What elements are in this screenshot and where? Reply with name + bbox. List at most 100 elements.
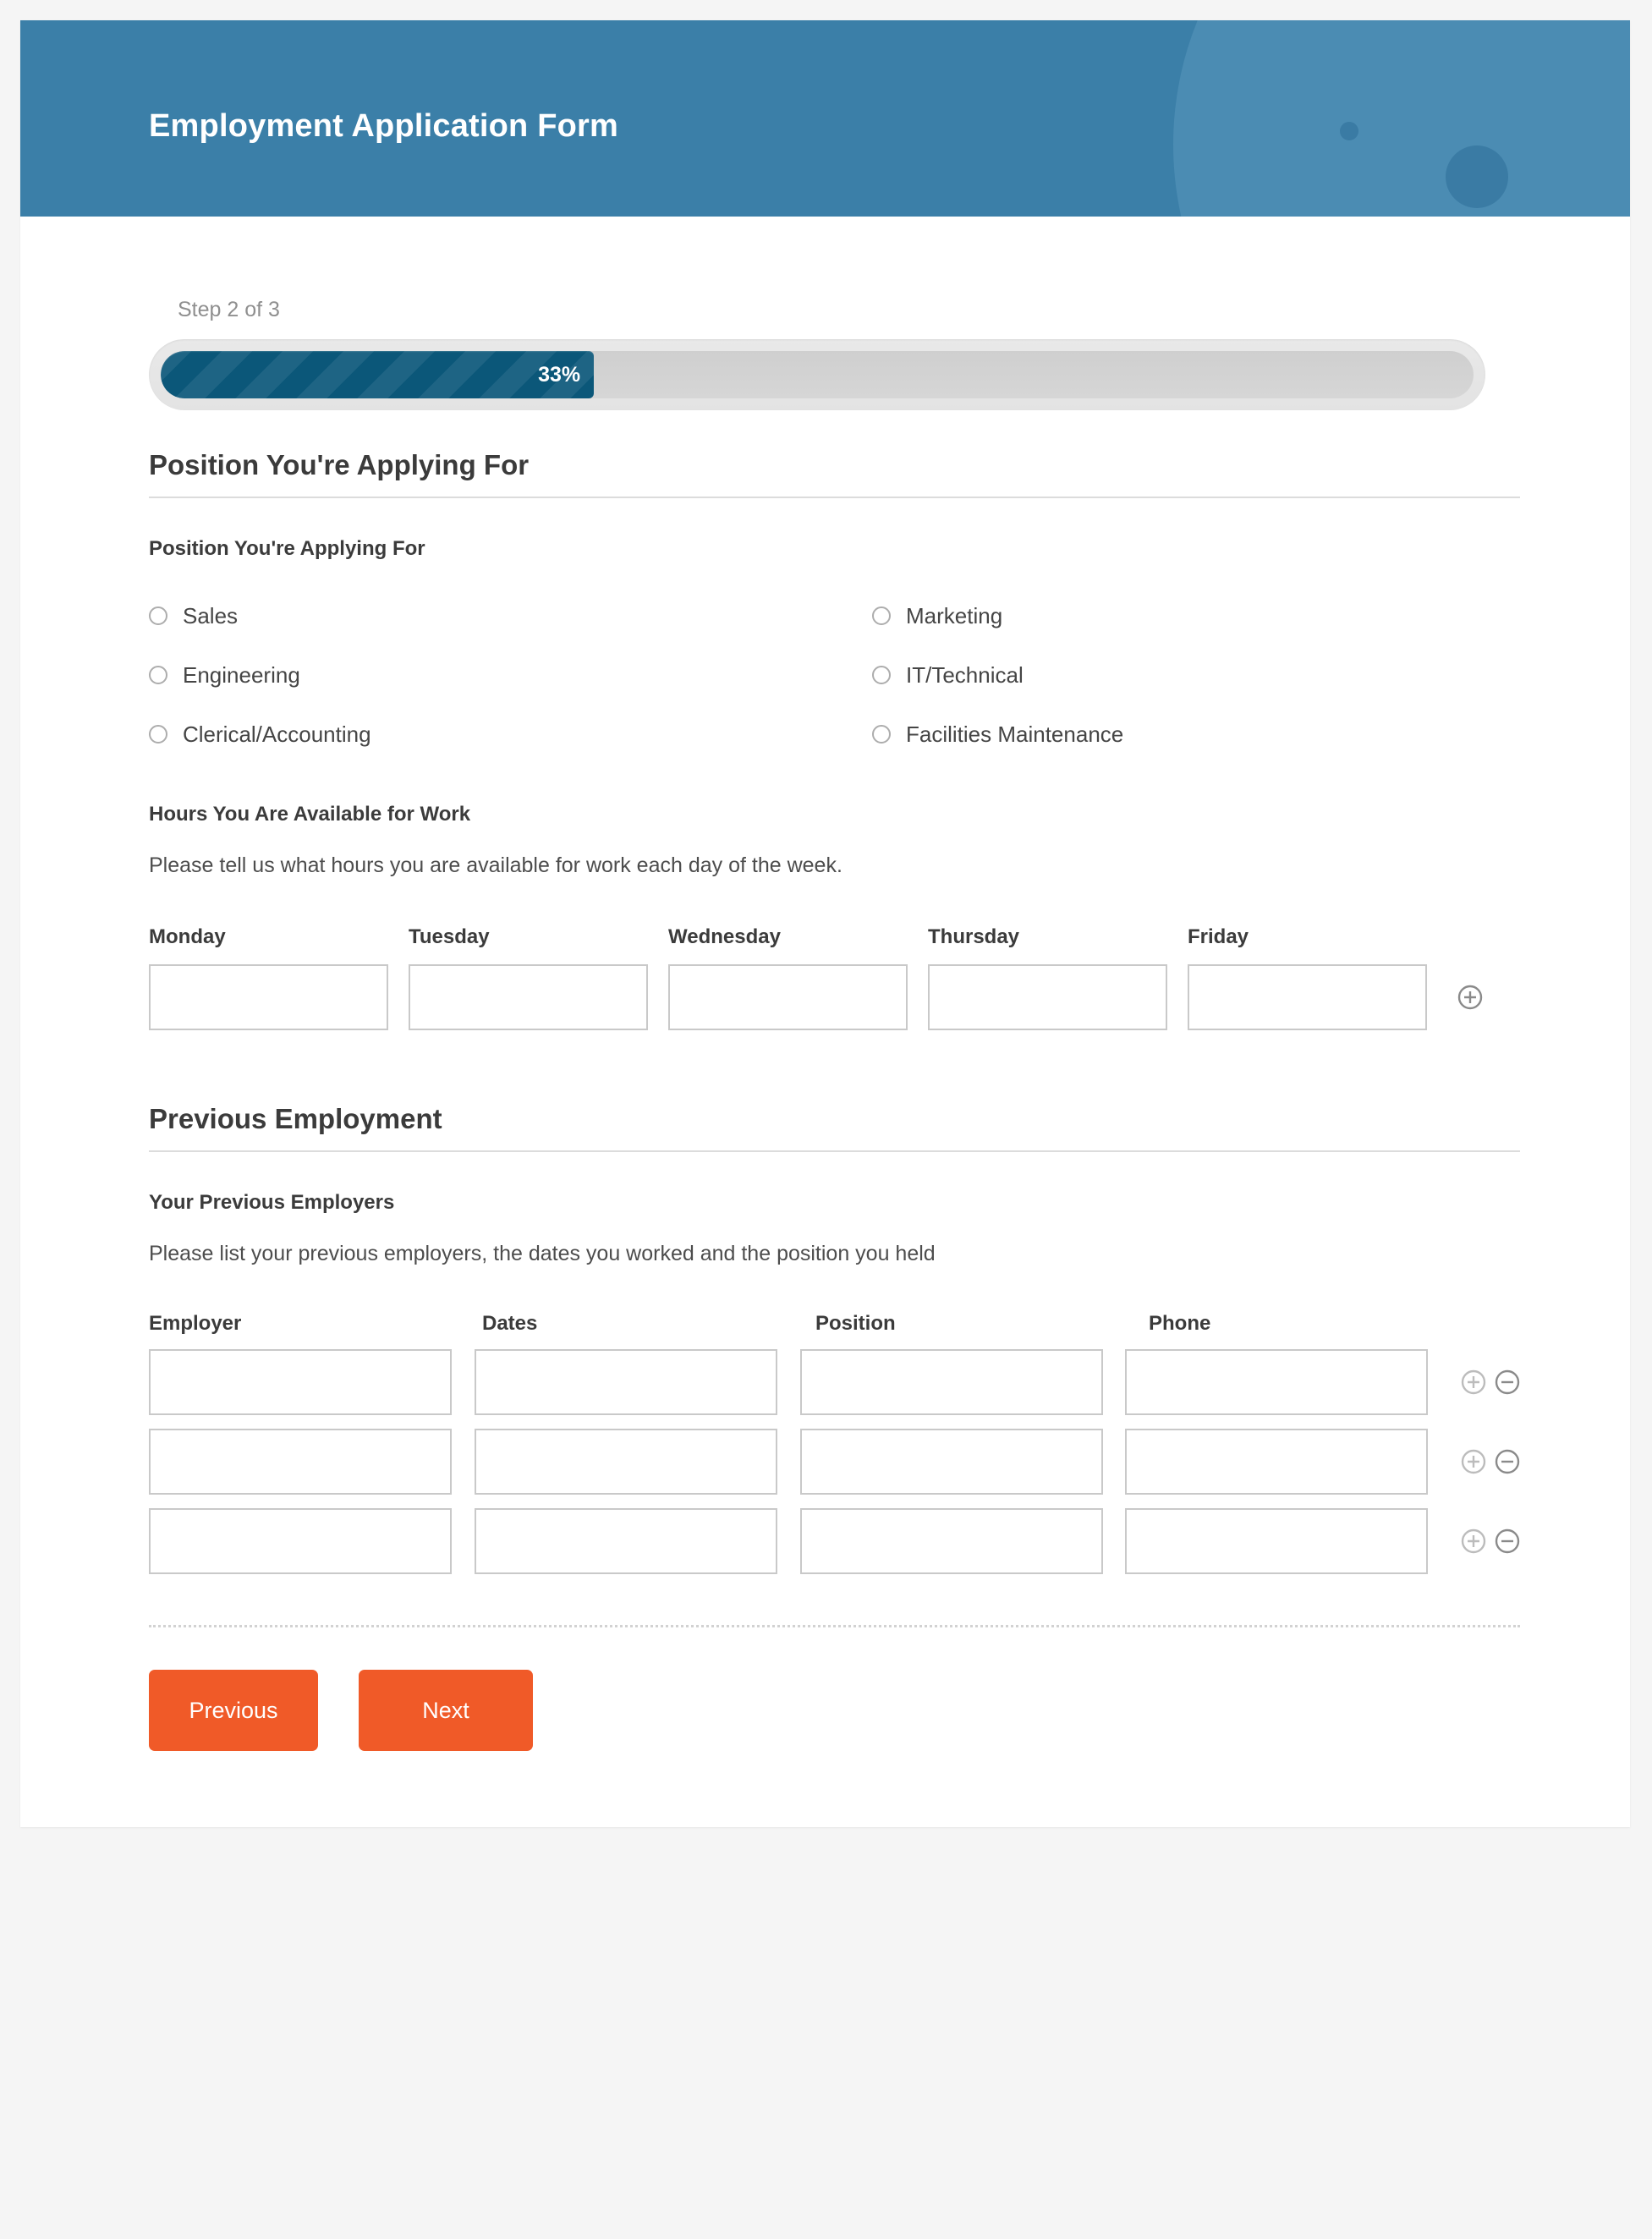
cell-dates	[474, 1349, 800, 1415]
employers-table-header: Employer Dates Position Phone	[149, 1312, 1520, 1336]
position-input[interactable]	[799, 1429, 1103, 1495]
header-dot-medium	[1446, 145, 1508, 208]
radio-icon[interactable]	[872, 606, 891, 625]
radio-icon[interactable]	[872, 666, 891, 684]
plus-circle-icon[interactable]	[1457, 985, 1483, 1010]
cell-dates	[474, 1508, 800, 1574]
form-body: Step 2 of 3 33% Position You're Applying…	[20, 217, 1630, 1827]
radio-option-marketing[interactable]: Marketing	[872, 586, 1520, 645]
cell-thursday	[928, 964, 1188, 1030]
dates-input[interactable]	[474, 1508, 777, 1574]
phone-input[interactable]	[1125, 1349, 1429, 1415]
radio-icon[interactable]	[149, 725, 167, 744]
cell-employer	[149, 1429, 475, 1495]
employer-input[interactable]	[149, 1508, 452, 1574]
position-radio-group: Sales Marketing Engineering IT/Technical	[149, 561, 1520, 764]
employer-row-actions	[1451, 1449, 1520, 1474]
radio-label: IT/Technical	[906, 661, 1024, 688]
progress-inner-track: 33%	[161, 351, 1474, 398]
radio-option-sales[interactable]: Sales	[149, 586, 872, 645]
hours-input-tuesday[interactable]	[409, 964, 648, 1030]
column-header-position: Position	[815, 1312, 896, 1335]
cell-phone	[1125, 1429, 1451, 1495]
cell-employer	[149, 1508, 475, 1574]
step-indicator: Step 2 of 3	[178, 298, 280, 321]
plus-circle-icon[interactable]	[1461, 1369, 1486, 1395]
cell-phone	[1125, 1508, 1451, 1574]
radio-label: Facilities Maintenance	[906, 721, 1124, 747]
radio-label: Marketing	[906, 602, 1003, 628]
next-button[interactable]: Next	[359, 1670, 533, 1751]
section-heading-position: Position You're Applying For	[149, 410, 1520, 498]
column-header-phone: Phone	[1149, 1312, 1211, 1335]
field-description-previous-employers: Please list your previous employers, the…	[149, 1242, 936, 1265]
column-header-employer: Employer	[149, 1312, 242, 1335]
form-header: Employment Application Form	[20, 20, 1630, 217]
radio-icon[interactable]	[872, 725, 891, 744]
minus-circle-icon[interactable]	[1495, 1528, 1520, 1554]
hours-table-row	[149, 949, 1520, 1030]
employer-row-actions	[1451, 1528, 1520, 1554]
cell-position	[799, 1508, 1126, 1574]
cell-wednesday	[668, 964, 928, 1030]
employer-row-actions	[1451, 1369, 1520, 1395]
field-label-position: Position You're Applying For	[149, 537, 425, 560]
page-root: Employment Application Form Step 2 of 3 …	[0, 0, 1652, 2239]
cell-position	[799, 1429, 1126, 1495]
column-header-wednesday: Wednesday	[668, 925, 781, 948]
hours-table-header: Monday Tuesday Wednesday Thursday Friday	[149, 925, 1520, 949]
position-input[interactable]	[799, 1508, 1103, 1574]
radio-option-clerical-accounting[interactable]: Clerical/Accounting	[149, 705, 872, 764]
radio-icon[interactable]	[149, 666, 167, 684]
progress-bar-wrapper: 33%	[149, 322, 1520, 410]
previous-button[interactable]: Previous	[149, 1670, 318, 1751]
radio-label: Engineering	[183, 661, 300, 688]
plus-circle-icon[interactable]	[1461, 1449, 1486, 1474]
hours-input-wednesday[interactable]	[668, 964, 908, 1030]
column-header-dates: Dates	[482, 1312, 538, 1335]
column-header-friday: Friday	[1188, 925, 1249, 948]
hours-table: Monday Tuesday Wednesday Thursday Friday	[149, 878, 1520, 1030]
table-row	[149, 1415, 1520, 1495]
field-description-hours: Please tell us what hours you are availa…	[149, 853, 842, 877]
field-label-previous-employers: Your Previous Employers	[149, 1191, 395, 1214]
hours-input-monday[interactable]	[149, 964, 388, 1030]
progress-fill: 33%	[161, 351, 595, 398]
phone-input[interactable]	[1125, 1429, 1429, 1495]
employer-input[interactable]	[149, 1429, 452, 1495]
form-card: Employment Application Form Step 2 of 3 …	[20, 20, 1630, 1827]
page-title: Employment Application Form	[149, 108, 619, 144]
hours-row-actions	[1447, 985, 1483, 1010]
cell-friday	[1188, 964, 1447, 1030]
progress-track: 33%	[149, 339, 1485, 410]
dates-input[interactable]	[474, 1429, 777, 1495]
radio-option-engineering[interactable]: Engineering	[149, 645, 872, 705]
radio-icon[interactable]	[149, 606, 167, 625]
cell-monday	[149, 964, 409, 1030]
column-header-thursday: Thursday	[928, 925, 1020, 948]
table-row	[149, 1495, 1520, 1574]
cell-employer	[149, 1349, 475, 1415]
minus-circle-icon[interactable]	[1495, 1369, 1520, 1395]
radio-label: Clerical/Accounting	[183, 721, 371, 747]
radio-option-facilities-maintenance[interactable]: Facilities Maintenance	[872, 705, 1520, 764]
cell-dates	[474, 1429, 800, 1495]
radio-option-it-technical[interactable]: IT/Technical	[872, 645, 1520, 705]
cell-phone	[1125, 1349, 1451, 1415]
minus-circle-icon[interactable]	[1495, 1449, 1520, 1474]
cell-position	[799, 1349, 1126, 1415]
hours-input-thursday[interactable]	[928, 964, 1167, 1030]
section-heading-previous-employment: Previous Employment	[149, 1030, 1520, 1152]
phone-input[interactable]	[1125, 1508, 1429, 1574]
column-header-tuesday: Tuesday	[409, 925, 490, 948]
employer-input[interactable]	[149, 1349, 452, 1415]
table-row	[149, 1336, 1520, 1415]
radio-label: Sales	[183, 602, 239, 628]
hours-input-friday[interactable]	[1188, 964, 1427, 1030]
form-navigation: Previous Next	[149, 1627, 1520, 1827]
dates-input[interactable]	[474, 1349, 777, 1415]
cell-tuesday	[409, 964, 668, 1030]
progress-percent-label: 33%	[538, 362, 581, 387]
position-input[interactable]	[799, 1349, 1103, 1415]
plus-circle-icon[interactable]	[1461, 1528, 1486, 1554]
